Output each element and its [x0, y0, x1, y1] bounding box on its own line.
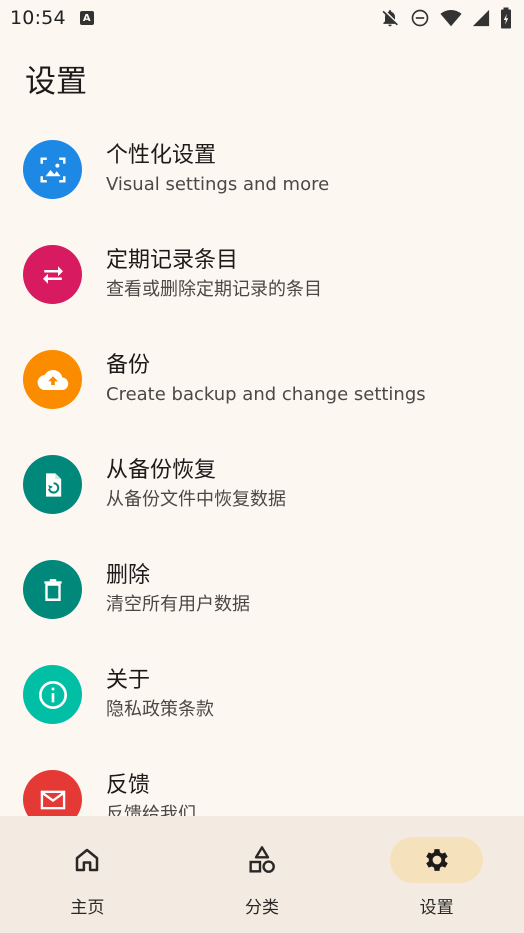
home-icon	[76, 848, 99, 872]
item-subtitle: Create backup and change settings	[106, 383, 426, 405]
nav-item-home[interactable]: 主页	[0, 816, 175, 933]
settings-item-delete[interactable]: 删除 清空所有用户数据	[0, 537, 524, 642]
nav-pill	[216, 837, 309, 883]
settings-list: 个性化设置 Visual settings and more 定期记录条目 查看…	[0, 117, 524, 816]
settings-item-restore[interactable]: 从备份恢复 从备份文件中恢复数据	[0, 432, 524, 537]
cloud-upload-icon	[23, 350, 82, 409]
item-title: 个性化设置	[106, 142, 217, 168]
personalize-icon	[23, 140, 82, 199]
mail-icon	[23, 770, 82, 816]
item-subtitle: 从备份文件中恢复数据	[106, 488, 286, 510]
nav-pill	[41, 837, 134, 883]
settings-item-recurring[interactable]: 定期记录条目 查看或删除定期记录的条目	[0, 222, 524, 327]
bottom-navigation: 主页 分类 设置	[0, 816, 524, 933]
info-icon	[23, 665, 82, 724]
settings-item-personalization[interactable]: 个性化设置 Visual settings and more	[0, 117, 524, 222]
item-title: 从备份恢复	[106, 457, 217, 483]
nav-item-categories[interactable]: 分类	[175, 816, 350, 933]
file-restore-icon	[23, 455, 82, 514]
gear-icon	[425, 849, 448, 871]
item-title: 反馈	[106, 772, 151, 798]
app-notification-icon: A	[79, 11, 94, 25]
signal-icon	[472, 9, 490, 27]
nav-label: 主页	[70, 898, 105, 918]
item-title: 备份	[106, 352, 151, 378]
item-subtitle: 反馈给我们	[106, 803, 196, 817]
page-title: 设置	[25, 64, 87, 100]
item-title: 定期记录条目	[106, 247, 239, 273]
item-title: 关于	[106, 667, 151, 693]
nav-label: 分类	[245, 898, 279, 918]
repeat-icon	[23, 245, 82, 304]
status-time: 10:54	[10, 7, 66, 29]
categories-icon	[249, 846, 275, 873]
status-bar: 10:54 A	[0, 0, 524, 36]
item-subtitle: 清空所有用户数据	[106, 593, 250, 615]
nav-item-settings[interactable]: 设置	[349, 816, 524, 933]
status-icons	[380, 7, 512, 29]
item-title: 删除	[106, 562, 151, 588]
notifications-off-icon	[382, 10, 398, 27]
trash-icon	[23, 560, 82, 619]
item-subtitle: 查看或删除定期记录的条目	[106, 278, 322, 300]
item-subtitle: Visual settings and more	[106, 173, 330, 195]
nav-pill-active	[390, 837, 484, 883]
settings-item-about[interactable]: 关于 隐私政策条款	[0, 642, 524, 747]
settings-item-backup[interactable]: 备份 Create backup and change settings	[0, 327, 524, 432]
do-not-disturb-icon	[411, 9, 429, 27]
nav-label: 设置	[419, 898, 454, 918]
item-subtitle: 隐私政策条款	[106, 698, 214, 720]
battery-icon	[501, 7, 511, 29]
wifi-icon	[440, 10, 462, 27]
settings-item-feedback[interactable]: 反馈 反馈给我们	[0, 747, 524, 816]
